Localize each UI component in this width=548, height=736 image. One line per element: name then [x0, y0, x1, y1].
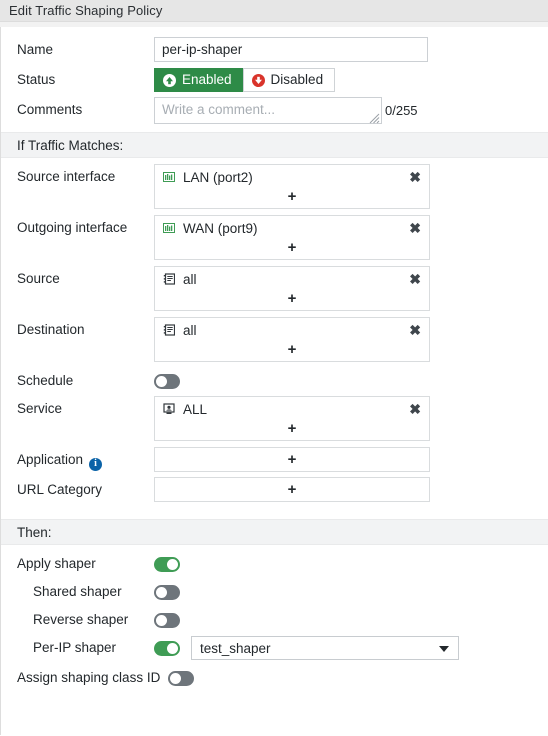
- selected-item: all ✖: [155, 320, 429, 340]
- application-label: Application i: [17, 447, 154, 473]
- service-row: Service ALL ✖ +: [1, 396, 548, 441]
- outgoing-interface-row: Outgoing interface WAN (port9) ✖ +: [1, 215, 548, 260]
- apply-shaper-toggle[interactable]: [154, 556, 180, 572]
- resize-grip-icon[interactable]: [369, 111, 380, 124]
- add-outgoing-interface-button[interactable]: +: [155, 238, 429, 257]
- status-segmented-control: Enabled Disabled: [154, 68, 548, 92]
- reverse-shaper-label: Reverse shaper: [33, 612, 129, 627]
- status-disabled-label: Disabled: [270, 72, 324, 88]
- service-object-icon: [163, 403, 175, 415]
- comments-label: Comments: [17, 102, 83, 117]
- schedule-label: Schedule: [17, 373, 74, 388]
- add-service-button[interactable]: +: [155, 419, 429, 438]
- add-url-category-button[interactable]: +: [155, 478, 429, 501]
- per-ip-shaper-select[interactable]: test_shaper: [191, 636, 459, 660]
- assign-shaping-class-id-label: Assign shaping class ID: [17, 670, 161, 685]
- apply-shaper-label: Apply shaper: [17, 556, 96, 571]
- add-source-button[interactable]: +: [155, 289, 429, 308]
- selected-item-label: ALL: [183, 401, 208, 417]
- shared-shaper-row: Shared shaper: [1, 579, 548, 605]
- destination-row: Destination all ✖ +: [1, 317, 548, 362]
- url-category-selector[interactable]: +: [154, 477, 430, 502]
- source-row: Source all ✖ +: [1, 266, 548, 311]
- remove-item-button[interactable]: ✖: [409, 402, 421, 416]
- service-selector[interactable]: ALL ✖ +: [154, 396, 430, 441]
- outgoing-interface-label: Outgoing interface: [17, 220, 128, 235]
- arrow-up-circle-icon: [163, 73, 176, 87]
- source-selector[interactable]: all ✖ +: [154, 266, 430, 311]
- remove-item-button[interactable]: ✖: [409, 272, 421, 286]
- add-application-button[interactable]: +: [155, 448, 429, 471]
- selected-item-label: LAN (port2): [183, 169, 253, 185]
- per-ip-shaper-row: Per-IP shaper test_shaper: [1, 635, 548, 661]
- address-object-icon: [163, 324, 175, 336]
- status-row: Status Enabled Disabled: [1, 67, 548, 93]
- url-category-row: URL Category +: [1, 477, 548, 503]
- if-traffic-matches-title: If Traffic Matches:: [17, 137, 124, 153]
- per-ip-shaper-selected-value: test_shaper: [200, 640, 271, 656]
- remove-item-button[interactable]: ✖: [409, 323, 421, 337]
- dialog-titlebar: Edit Traffic Shaping Policy: [0, 0, 548, 22]
- apply-shaper-row: Apply shaper: [1, 551, 548, 577]
- selected-item: all ✖: [155, 269, 429, 289]
- shared-shaper-toggle[interactable]: [154, 584, 180, 600]
- schedule-row: Schedule: [1, 368, 548, 394]
- source-interface-label: Source interface: [17, 169, 116, 184]
- selected-item-label: all: [183, 271, 197, 287]
- interface-port-icon: [163, 222, 175, 234]
- reverse-shaper-row: Reverse shaper: [1, 607, 548, 633]
- then-section-header: Then:: [1, 519, 548, 545]
- info-icon[interactable]: i: [89, 457, 103, 471]
- add-destination-button[interactable]: +: [155, 340, 429, 359]
- service-label: Service: [17, 401, 63, 416]
- comments-row: Comments Write a comment... 0/255: [1, 97, 548, 124]
- reverse-shaper-toggle[interactable]: [154, 612, 180, 628]
- name-label: Name: [17, 42, 54, 57]
- comments-textarea[interactable]: Write a comment...: [154, 97, 382, 124]
- selected-item: LAN (port2) ✖: [155, 167, 429, 187]
- if-traffic-matches-section-header: If Traffic Matches:: [1, 132, 548, 158]
- application-selector[interactable]: +: [154, 447, 430, 472]
- chevron-down-icon: [439, 646, 449, 652]
- outgoing-interface-selector[interactable]: WAN (port9) ✖ +: [154, 215, 430, 260]
- arrow-down-circle-icon: [251, 73, 265, 87]
- per-ip-shaper-toggle[interactable]: [154, 640, 180, 656]
- destination-label: Destination: [17, 322, 85, 337]
- policy-form-panel: Name Status Enabled Disabled: [0, 27, 548, 735]
- then-title: Then:: [17, 524, 52, 540]
- source-interface-row: Source interface LAN (port2) ✖ +: [1, 164, 548, 209]
- name-input[interactable]: [154, 37, 428, 62]
- assign-shaping-class-id-row: Assign shaping class ID: [1, 665, 548, 691]
- selected-item: ALL ✖: [155, 399, 429, 419]
- source-interface-selector[interactable]: LAN (port2) ✖ +: [154, 164, 430, 209]
- add-source-interface-button[interactable]: +: [155, 187, 429, 206]
- per-ip-shaper-label: Per-IP shaper: [33, 640, 117, 655]
- application-label-text: Application: [17, 452, 84, 467]
- address-object-icon: [163, 273, 175, 285]
- application-row: Application i +: [1, 447, 548, 473]
- url-category-label: URL Category: [17, 482, 103, 497]
- selected-item: WAN (port9) ✖: [155, 218, 429, 238]
- status-disabled-button[interactable]: Disabled: [242, 68, 336, 92]
- dialog-title: Edit Traffic Shaping Policy: [9, 3, 163, 18]
- status-label: Status: [17, 72, 56, 87]
- assign-shaping-class-id-toggle[interactable]: [168, 670, 195, 686]
- interface-port-icon: [163, 171, 175, 183]
- selected-item-label: WAN (port9): [183, 220, 258, 236]
- destination-selector[interactable]: all ✖ +: [154, 317, 430, 362]
- comments-placeholder: Write a comment...: [162, 102, 276, 117]
- shared-shaper-label: Shared shaper: [33, 584, 122, 599]
- status-enabled-button[interactable]: Enabled: [154, 68, 244, 92]
- schedule-toggle[interactable]: [154, 373, 180, 389]
- selected-item-label: all: [183, 322, 197, 338]
- source-label: Source: [17, 271, 60, 286]
- status-enabled-label: Enabled: [182, 72, 232, 88]
- remove-item-button[interactable]: ✖: [409, 221, 421, 235]
- name-row: Name: [1, 37, 548, 63]
- comments-char-counter: 0/255: [385, 103, 418, 118]
- remove-item-button[interactable]: ✖: [409, 170, 421, 184]
